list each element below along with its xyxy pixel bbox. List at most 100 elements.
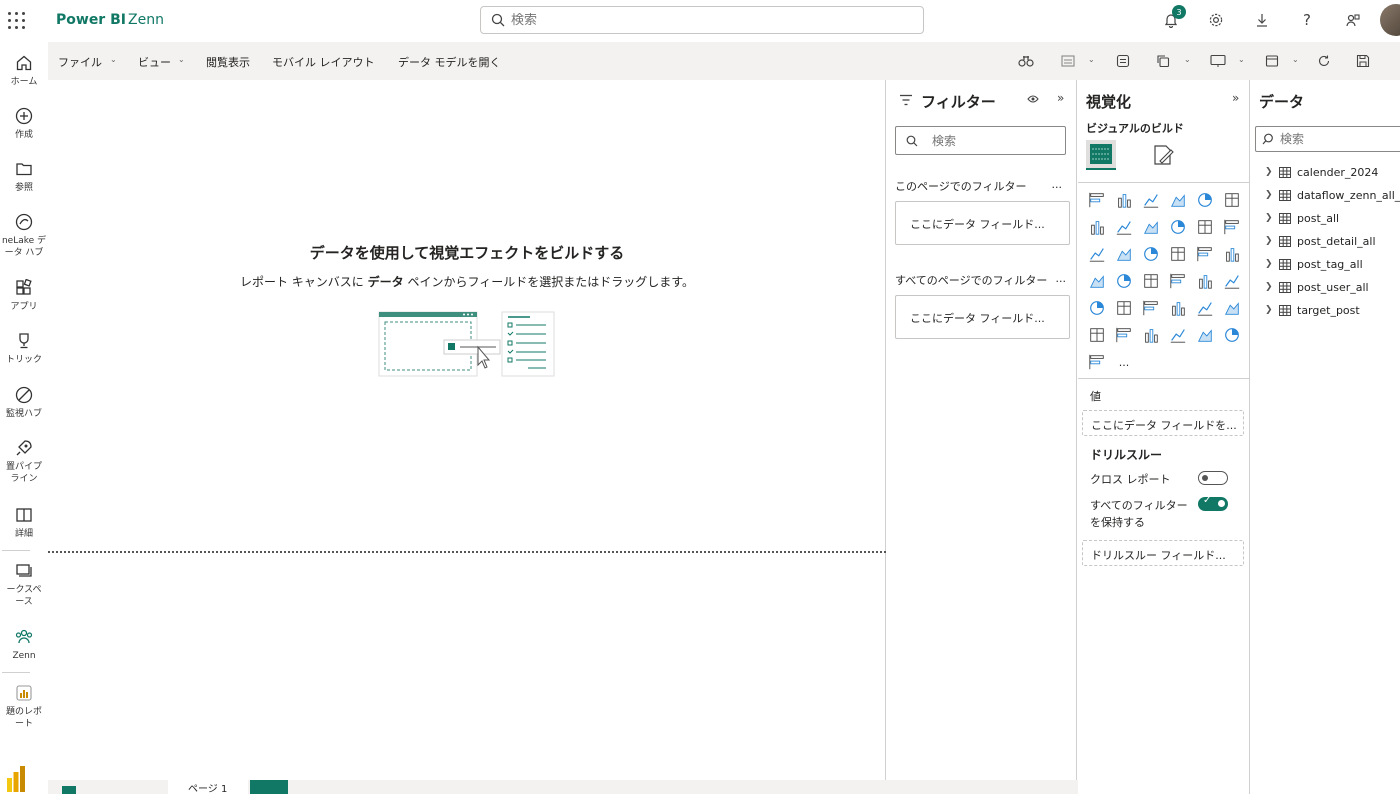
data-table-item[interactable]: ❯ post_tag_all — [1265, 254, 1363, 274]
waterfall-icon[interactable] — [1087, 244, 1107, 264]
settings-button[interactable] — [1206, 10, 1226, 30]
workspace-name[interactable]: Zenn — [128, 12, 164, 28]
nav-item-metrics[interactable]: トリック — [0, 330, 48, 366]
cross-report-toggle[interactable] — [1198, 471, 1228, 485]
clustered-bar-icon[interactable] — [1141, 190, 1161, 210]
scatter-icon[interactable] — [1141, 244, 1161, 264]
data-table-item[interactable]: ❯ dataflow_zenn_all_us — [1265, 185, 1400, 205]
nav-item-apps[interactable]: アプリ — [0, 277, 48, 313]
pie-chart-icon[interactable] — [1168, 244, 1188, 264]
page-tab[interactable]: ページ 1 — [168, 780, 248, 794]
refresh-icon[interactable] — [1316, 53, 1332, 69]
funnel-icon[interactable] — [1114, 244, 1134, 264]
key-influencers-icon[interactable] — [1222, 298, 1242, 318]
view-menu[interactable]: ビュー — [138, 54, 171, 70]
reading-view-button[interactable]: 閲覧表示 — [206, 54, 250, 70]
100-stacked-bar-icon[interactable] — [1195, 190, 1215, 210]
report-canvas[interactable]: データを使用して視覚エフェクトをビルドする レポート キャンバスに データ ペイ… — [48, 80, 886, 780]
clustered-column-icon[interactable] — [1168, 190, 1188, 210]
chevron-right-icon[interactable]: ❯ — [1265, 236, 1279, 246]
app-launcher-icon[interactable] — [6, 10, 26, 30]
data-table-item[interactable]: ❯ post_all — [1265, 208, 1339, 228]
qa-icon[interactable] — [1087, 325, 1107, 345]
decomposition-icon[interactable] — [1195, 298, 1215, 318]
brand-name[interactable]: Power BI — [56, 12, 126, 28]
mobile-layout-button[interactable]: モバイル レイアウト — [272, 54, 375, 70]
narrative-icon[interactable] — [1114, 325, 1134, 345]
chevron-right-icon[interactable]: ❯ — [1265, 259, 1279, 269]
ribbon-chart-icon[interactable] — [1222, 217, 1242, 237]
add-page-button[interactable] — [250, 780, 288, 794]
values-drop-well[interactable]: ここにデータ フィールドを... — [1082, 410, 1244, 436]
nav-item-workspaces[interactable]: ークスペ ース — [0, 560, 48, 608]
all-pages-filters-drop-well[interactable]: ここにデータ フィールド... — [895, 295, 1070, 339]
metrics-icon[interactable] — [1141, 325, 1161, 345]
nav-item-create[interactable]: 作成 — [0, 105, 48, 141]
multi-row-card-icon[interactable] — [1222, 271, 1242, 291]
data-table-item[interactable]: ❯ calender_2024 — [1265, 162, 1378, 182]
nav-item-learn[interactable]: 詳細 — [0, 504, 48, 540]
all-pages-filters-more-button[interactable]: ... — [1056, 272, 1067, 285]
nav-item-monitor[interactable]: 監視ハブ — [0, 384, 48, 420]
binoculars-icon[interactable] — [1018, 53, 1034, 69]
map-icon[interactable] — [1087, 271, 1107, 291]
copy-icon[interactable] — [1155, 53, 1171, 69]
line-clustered-icon[interactable] — [1195, 217, 1215, 237]
data-table-item[interactable]: ❯ post_detail_all — [1265, 231, 1376, 251]
line-chart-icon[interactable] — [1087, 217, 1107, 237]
nav-item-zenn[interactable]: Zenn — [0, 626, 48, 662]
power-apps-icon[interactable] — [1222, 325, 1242, 345]
chevron-right-icon[interactable]: ❯ — [1265, 305, 1279, 315]
drill-through-drop-well[interactable]: ドリルスルー フィールド... — [1082, 540, 1244, 566]
more-visuals-icon[interactable]: ... — [1114, 352, 1134, 372]
100-stacked-column-icon[interactable] — [1222, 190, 1242, 210]
data-search[interactable] — [1255, 126, 1400, 152]
card-icon[interactable] — [1195, 271, 1215, 291]
page-view-icon[interactable] — [62, 786, 76, 794]
view-icon[interactable] — [1264, 53, 1280, 69]
eye-icon[interactable] — [1027, 93, 1039, 107]
filter-search-input[interactable] — [932, 133, 1042, 148]
open-data-model-button[interactable]: データ モデルを開く — [398, 54, 501, 70]
visual-table-icon[interactable] — [1060, 53, 1076, 69]
global-search-input[interactable] — [511, 12, 891, 28]
tab-build-visual[interactable] — [1086, 140, 1116, 170]
data-table-item[interactable]: ❯ target_post — [1265, 300, 1360, 320]
nav-item-browse[interactable]: 参照 — [0, 158, 48, 194]
chevron-right-icon[interactable]: ❯ — [1265, 190, 1279, 200]
nav-item-report[interactable]: 題のレポ ート — [0, 682, 48, 730]
chevron-right-icon[interactable]: ❯ — [1265, 213, 1279, 223]
table-icon[interactable] — [1141, 298, 1161, 318]
line-column-icon[interactable] — [1168, 217, 1188, 237]
treemap-icon[interactable] — [1222, 244, 1242, 264]
global-search[interactable] — [480, 6, 924, 34]
kpi-icon[interactable] — [1087, 298, 1107, 318]
matrix-icon[interactable] — [1168, 298, 1188, 318]
stacked-area-icon[interactable] — [1141, 217, 1161, 237]
page-filters-drop-well[interactable]: ここにデータ フィールド... — [895, 201, 1070, 245]
nav-item-pipelines[interactable]: 置パイプ ライン — [0, 437, 48, 485]
data-table-item[interactable]: ❯ post_user_all — [1265, 277, 1369, 297]
share-feedback-button[interactable] — [1343, 10, 1363, 30]
nav-item-home[interactable]: ホーム — [0, 52, 48, 88]
power-automate-icon[interactable] — [1087, 352, 1107, 372]
collapse-visualizations-icon[interactable]: » — [1232, 91, 1239, 105]
file-menu[interactable]: ファイル — [58, 54, 102, 70]
area-chart-icon[interactable] — [1114, 217, 1134, 237]
chevron-right-icon[interactable]: ❯ — [1265, 167, 1279, 177]
data-search-input[interactable] — [1280, 132, 1380, 146]
chevron-right-icon[interactable]: ❯ — [1265, 282, 1279, 292]
avatar[interactable] — [1380, 4, 1400, 36]
filter-search[interactable] — [895, 126, 1066, 155]
page-filters-more-button[interactable]: ... — [1052, 178, 1063, 191]
azure-map-icon[interactable] — [1141, 271, 1161, 291]
tab-format-visual[interactable] — [1148, 140, 1178, 170]
arcgis-icon[interactable] — [1195, 325, 1215, 345]
paginated-icon[interactable] — [1168, 325, 1188, 345]
stacked-bar-icon[interactable] — [1087, 190, 1107, 210]
download-button[interactable] — [1252, 10, 1272, 30]
present-icon[interactable] — [1210, 53, 1226, 69]
slicer-icon[interactable] — [1114, 298, 1134, 318]
collapse-filters-icon[interactable]: » — [1057, 91, 1064, 105]
notifications-button[interactable]: 3 — [1161, 5, 1186, 30]
